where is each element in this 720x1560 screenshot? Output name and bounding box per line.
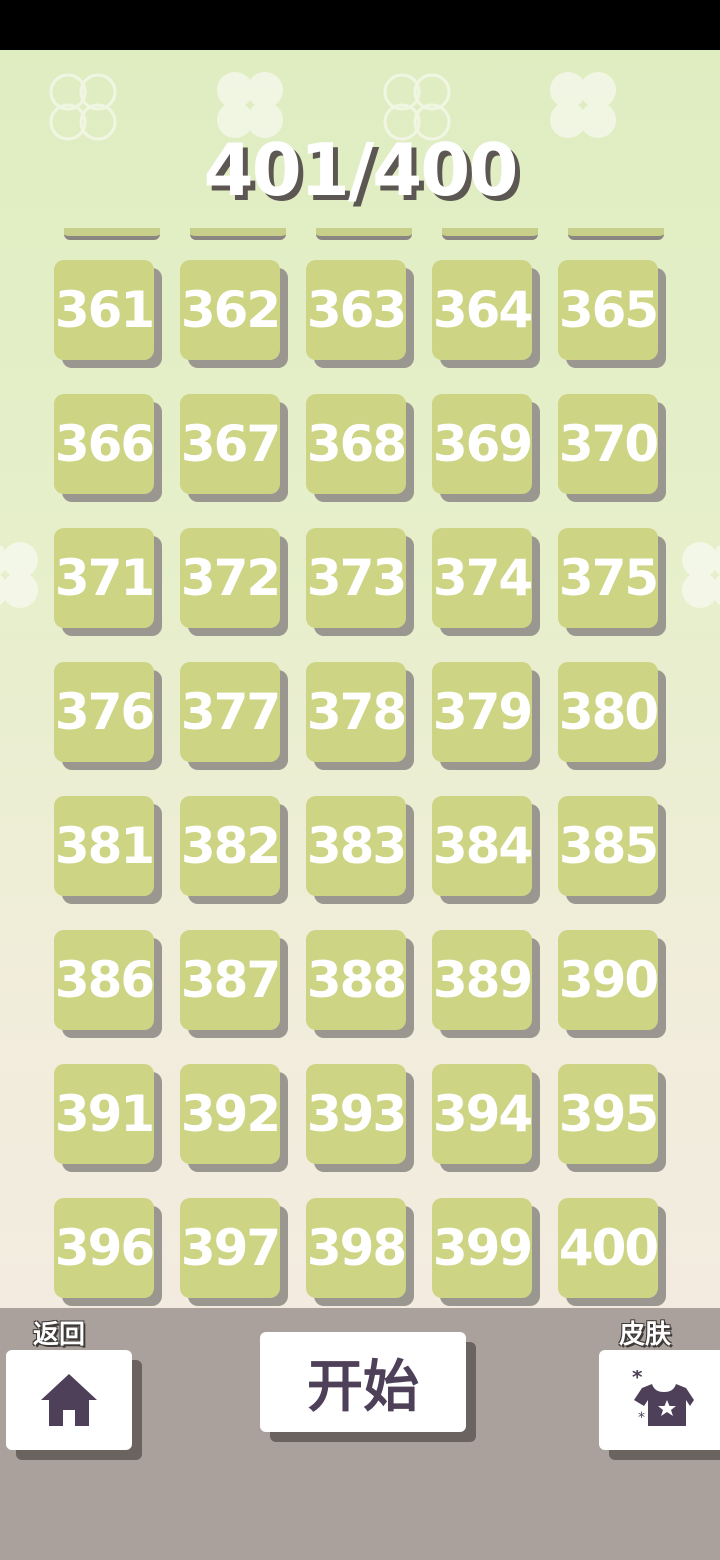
level-tile[interactable]: 373: [306, 528, 407, 628]
level-number: 394: [432, 1085, 533, 1143]
svg-text:*: *: [632, 1370, 643, 1389]
level-number: 377: [180, 683, 281, 741]
level-tile[interactable]: 387: [180, 930, 281, 1030]
level-tile[interactable]: 392: [180, 1064, 281, 1164]
level-tile[interactable]: 361: [54, 260, 155, 360]
level-number: 361: [54, 281, 155, 339]
level-tile[interactable]: 380: [558, 662, 659, 762]
level-tile[interactable]: 398: [306, 1198, 407, 1298]
level-number: 369: [432, 415, 533, 473]
tshirt-star-icon: * *: [632, 1370, 694, 1426]
level-tile[interactable]: 400: [558, 1198, 659, 1298]
skin-button[interactable]: * *: [599, 1350, 720, 1450]
start-button[interactable]: 开始: [260, 1332, 466, 1432]
level-number: 396: [54, 1219, 155, 1277]
start-label: 开始: [307, 1354, 419, 1420]
home-icon: [41, 1374, 97, 1426]
level-number: 390: [558, 951, 659, 1009]
svg-text:*: *: [638, 1410, 645, 1426]
level-tile[interactable]: 363: [306, 260, 407, 360]
level-tile[interactable]: 367: [180, 394, 281, 494]
level-number: 395: [558, 1085, 659, 1143]
level-tile[interactable]: 376: [54, 662, 155, 762]
back-label: 返回: [33, 1320, 86, 1350]
level-tile[interactable]: 377: [180, 662, 281, 762]
level-tile[interactable]: 364: [432, 260, 533, 360]
level-number: 392: [180, 1085, 281, 1143]
level-tile[interactable]: 369: [432, 394, 533, 494]
level-number: 374: [432, 549, 533, 607]
skin-label: 皮肤: [619, 1320, 672, 1350]
level-tile[interactable]: 394: [432, 1064, 533, 1164]
level-tile[interactable]: 371: [54, 528, 155, 628]
level-number: 368: [306, 415, 407, 473]
level-number: 383: [306, 817, 407, 875]
level-tile[interactable]: 385: [558, 796, 659, 896]
level-tile[interactable]: 393: [306, 1064, 407, 1164]
level-number: 378: [306, 683, 407, 741]
level-number: 373: [306, 549, 407, 607]
home-button[interactable]: [6, 1350, 132, 1450]
level-number: 386: [54, 951, 155, 1009]
level-tile[interactable]: 362: [180, 260, 281, 360]
level-number: 381: [54, 817, 155, 875]
level-number: 389: [432, 951, 533, 1009]
level-tile[interactable]: 366: [54, 394, 155, 494]
level-tile[interactable]: 382: [180, 796, 281, 896]
level-number: 371: [54, 549, 155, 607]
level-number: 399: [432, 1219, 533, 1277]
level-grid: 361 362 363 364 365 366 367 368 369 370 371 372 373 3…: [0, 50, 720, 1308]
status-bar: [0, 0, 720, 50]
level-number: 363: [306, 281, 407, 339]
level-number: 362: [180, 281, 281, 339]
level-number: 364: [432, 281, 533, 339]
level-tile[interactable]: 370: [558, 394, 659, 494]
level-tile[interactable]: 386: [54, 930, 155, 1030]
level-number: 380: [558, 683, 659, 741]
level-number: 393: [306, 1085, 407, 1143]
level-number: 379: [432, 683, 533, 741]
level-tile[interactable]: 379: [432, 662, 533, 762]
level-number: 391: [54, 1085, 155, 1143]
level-number: 398: [306, 1219, 407, 1277]
level-number: 376: [54, 683, 155, 741]
level-select-area[interactable]: 401/400 361 362 363 364 365 366 367 368 369 370 37…: [0, 50, 720, 1308]
level-tile[interactable]: 372: [180, 528, 281, 628]
level-tile[interactable]: 399: [432, 1198, 533, 1298]
level-tile[interactable]: 397: [180, 1198, 281, 1298]
level-tile[interactable]: 365: [558, 260, 659, 360]
level-number: 370: [558, 415, 659, 473]
level-number: 372: [180, 549, 281, 607]
level-tile[interactable]: 396: [54, 1198, 155, 1298]
level-tile[interactable]: 391: [54, 1064, 155, 1164]
level-tile[interactable]: 375: [558, 528, 659, 628]
level-number: 385: [558, 817, 659, 875]
level-tile[interactable]: 388: [306, 930, 407, 1030]
level-tile[interactable]: 374: [432, 528, 533, 628]
level-tile[interactable]: 381: [54, 796, 155, 896]
level-number: 367: [180, 415, 281, 473]
level-number: 397: [180, 1219, 281, 1277]
level-tile[interactable]: 384: [432, 796, 533, 896]
level-tile[interactable]: 395: [558, 1064, 659, 1164]
level-number: 388: [306, 951, 407, 1009]
level-number: 382: [180, 817, 281, 875]
level-tile[interactable]: 383: [306, 796, 407, 896]
level-number: 387: [180, 951, 281, 1009]
level-number: 384: [432, 817, 533, 875]
level-number: 365: [558, 281, 659, 339]
level-tile[interactable]: 378: [306, 662, 407, 762]
level-number: 400: [558, 1219, 659, 1277]
level-tile[interactable]: 389: [432, 930, 533, 1030]
level-number: 375: [558, 549, 659, 607]
level-tile[interactable]: 368: [306, 394, 407, 494]
level-tile[interactable]: 390: [558, 930, 659, 1030]
level-number: 366: [54, 415, 155, 473]
